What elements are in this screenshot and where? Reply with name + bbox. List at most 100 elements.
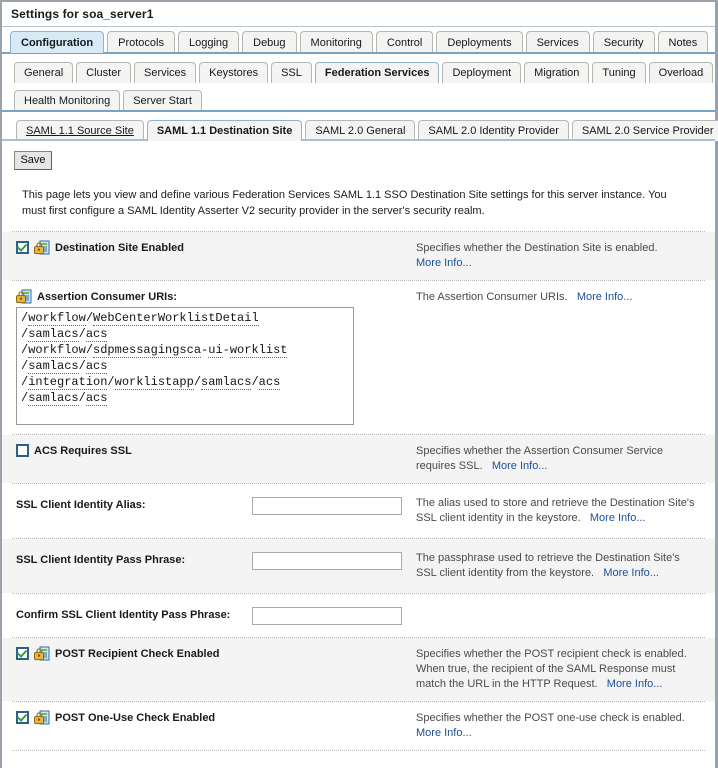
destination-site-enabled-description: Specifies whether the Destination Site i…	[416, 241, 715, 271]
secured-attribute-icon	[34, 646, 50, 661]
post-recipient-check-enabled-checkbox[interactable]	[16, 647, 29, 660]
tab-label: Control	[387, 37, 422, 49]
tab-label: Security	[604, 37, 644, 49]
tab-label: SAML 2.0 General	[315, 125, 405, 137]
tab-label: Server Start	[133, 95, 192, 107]
field-row-confirm-ssl-client-identity-pass-phrase: Confirm SSL Client Identity Pass Phrase:	[2, 594, 715, 637]
tab-protocols[interactable]: Protocols	[107, 31, 175, 53]
tab-label: Cluster	[86, 67, 121, 79]
post-recipient-check-enabled-description: Specifies whether the POST recipient che…	[416, 647, 715, 692]
field-row-post-one-use-check-enabled: POST One-Use Check Enabled Specifies whe…	[2, 702, 715, 750]
ssl-client-identity-alias-input[interactable]	[252, 497, 402, 515]
field-row-destination-site-enabled: Destination Site Enabled Specifies wheth…	[2, 232, 715, 280]
more-info-link[interactable]: More Info...	[577, 291, 633, 303]
field-row-post-recipient-check-enabled: POST Recipient Check Enabled Specifies w…	[2, 638, 715, 701]
tab-label: Services	[144, 67, 186, 79]
field-row-acs-requires-ssl: ACS Requires SSL Specifies whether the A…	[2, 435, 715, 483]
tab-control[interactable]: Control	[376, 31, 433, 53]
tab-services[interactable]: Services	[526, 31, 590, 53]
tab-label: Notes	[669, 37, 698, 49]
tab-bar-level-2-underline	[2, 110, 715, 112]
tab-logging[interactable]: Logging	[178, 31, 239, 53]
destination-site-enabled-checkbox[interactable]	[16, 241, 29, 254]
save-button[interactable]: Save	[14, 151, 52, 170]
tab-label: General	[24, 67, 63, 79]
tab-security[interactable]: Security	[593, 31, 655, 53]
tab-deployment[interactable]: Deployment	[442, 62, 521, 83]
tab-federation-services[interactable]: Federation Services	[315, 62, 440, 83]
tab-ssl[interactable]: SSL	[271, 62, 312, 83]
tab-general[interactable]: General	[14, 62, 73, 83]
uri-line: /samlacs/acs	[21, 358, 349, 374]
more-info-link[interactable]: More Info...	[416, 257, 472, 269]
tab-label: Migration	[534, 67, 579, 79]
title-bar: Settings for soa_server1	[2, 2, 715, 27]
tab-label: SAML 1.1 Destination Site	[157, 125, 293, 137]
confirm-ssl-client-identity-pass-phrase-input[interactable]	[252, 607, 402, 625]
tab-health-monitoring[interactable]: Health Monitoring	[14, 90, 120, 111]
assertion-consumer-uris-label: Assertion Consumer URIs:	[37, 290, 177, 304]
tab-label: Overload	[659, 67, 704, 79]
tab-overload[interactable]: Overload	[649, 62, 714, 83]
ssl-client-identity-pass-phrase-label: SSL Client Identity Pass Phrase:	[16, 553, 185, 567]
tab-label: Logging	[189, 37, 228, 49]
more-info-link[interactable]: More Info...	[416, 727, 472, 739]
tab-monitoring[interactable]: Monitoring	[300, 31, 373, 53]
secured-attribute-icon	[16, 289, 32, 304]
tab-label: Tuning	[602, 67, 635, 79]
tab-configuration[interactable]: Configuration	[10, 31, 104, 53]
tab-label: Protocols	[118, 37, 164, 49]
tab-tuning[interactable]: Tuning	[592, 62, 645, 83]
tab-label: Health Monitoring	[24, 95, 110, 107]
tab-label: SSL	[281, 67, 302, 79]
tab-saml-2-0-service-provider[interactable]: SAML 2.0 Service Provider	[572, 120, 718, 141]
confirm-ssl-client-identity-pass-phrase-label: Confirm SSL Client Identity Pass Phrase:	[16, 608, 230, 622]
assertion-consumer-uris-description: The Assertion Consumer URIs. More Info..…	[416, 290, 715, 305]
tab-saml-2-0-identity-provider[interactable]: SAML 2.0 Identity Provider	[418, 120, 568, 141]
secured-attribute-icon	[34, 710, 50, 725]
tab-saml-2-0-general[interactable]: SAML 2.0 General	[305, 120, 415, 141]
form-body: This page lets you view and define vario…	[2, 176, 715, 768]
uri-line: /workflow/sdpmessagingsca-ui-worklist	[21, 342, 349, 358]
more-info-link[interactable]: More Info...	[607, 678, 663, 690]
post-recipient-check-enabled-label: POST Recipient Check Enabled	[55, 647, 219, 661]
tab-keystores[interactable]: Keystores	[199, 62, 268, 83]
ssl-client-identity-alias-label: SSL Client Identity Alias:	[16, 498, 146, 512]
tab-services[interactable]: Services	[134, 62, 196, 83]
secured-attribute-icon	[34, 240, 50, 255]
tab-deployments[interactable]: Deployments	[436, 31, 522, 53]
more-info-link[interactable]: More Info...	[590, 512, 646, 524]
acs-requires-ssl-description: Specifies whether the Assertion Consumer…	[416, 444, 715, 474]
tab-bar-level-1-underline	[2, 52, 715, 54]
tab-bar-level-3: SAML 1.1 Source Site SAML 1.1 Destination…	[2, 115, 715, 141]
destination-site-enabled-label: Destination Site Enabled	[55, 241, 184, 255]
tab-migration[interactable]: Migration	[524, 62, 589, 83]
acs-requires-ssl-label: ACS Requires SSL	[34, 444, 132, 458]
acs-requires-ssl-checkbox[interactable]	[16, 444, 29, 457]
ssl-client-identity-pass-phrase-input[interactable]	[252, 552, 402, 570]
assertion-consumer-uris-textarea[interactable]: /workflow/WebCenterWorklistDetail/samlac…	[16, 307, 354, 425]
page-title: Settings for soa_server1	[2, 7, 153, 21]
description-text: The alias used to store and retrieve the…	[416, 497, 694, 524]
tab-cluster[interactable]: Cluster	[76, 62, 131, 83]
tab-bar-level-3-underline	[2, 139, 715, 141]
tab-notes[interactable]: Notes	[658, 31, 709, 53]
tab-label: Keystores	[209, 67, 258, 79]
tab-label: SAML 1.1 Source Site	[26, 125, 134, 137]
tab-bar-level-1: Configuration Protocols Logging DebugMonito…	[2, 27, 715, 53]
post-one-use-check-enabled-label: POST One-Use Check Enabled	[55, 711, 215, 725]
more-info-link[interactable]: More Info...	[492, 460, 548, 472]
post-one-use-check-enabled-description: Specifies whether the POST one-use check…	[416, 711, 715, 741]
ssl-client-identity-alias-description: The alias used to store and retrieve the…	[416, 496, 715, 526]
tab-server-start[interactable]: Server Start	[123, 90, 202, 111]
post-one-use-check-enabled-checkbox[interactable]	[16, 711, 29, 724]
tab-bar-level-2: General Cluster Services Keystores SSL Federa…	[2, 57, 715, 83]
tab-debug[interactable]: Debug	[242, 31, 296, 53]
field-row-assertion-consumer-uris: Assertion Consumer URIs: /workflow/WebCe…	[2, 281, 715, 434]
uri-line: /samlacs/acs	[21, 390, 349, 406]
uri-line: /workflow/WebCenterWorklistDetail	[21, 310, 349, 326]
tab-saml-1-1-source-site[interactable]: SAML 1.1 Source Site	[16, 120, 144, 141]
tab-saml-1-1-destination-site[interactable]: SAML 1.1 Destination Site	[147, 120, 303, 141]
tab-label: Federation Services	[325, 67, 430, 79]
more-info-link[interactable]: More Info...	[603, 567, 659, 579]
